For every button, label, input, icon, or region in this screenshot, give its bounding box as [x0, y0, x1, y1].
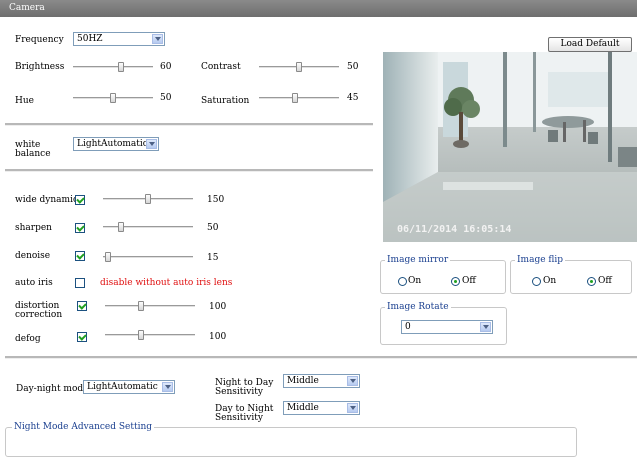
image-flip-on-radio[interactable]	[532, 277, 541, 286]
slider-thumb[interactable]	[292, 93, 298, 103]
video-preview: 06/11/2014 16:05:14	[383, 52, 637, 242]
frequency-label: Frequency	[15, 35, 64, 45]
day-to-night-select[interactable]: Middle	[283, 401, 360, 415]
sharpen-slider[interactable]	[103, 222, 193, 232]
image-flip-group: Image flip On Off	[510, 255, 632, 294]
denoise-slider[interactable]	[103, 252, 193, 262]
slider-thumb[interactable]	[138, 301, 144, 311]
wide-dynamic-slider[interactable]	[103, 194, 193, 204]
image-mirror-off-radio[interactable]	[451, 277, 460, 286]
slider-track	[73, 66, 153, 68]
defog-value: 100	[209, 332, 227, 342]
distortion-label-line2: correction	[15, 310, 63, 320]
slider-thumb[interactable]	[145, 194, 151, 204]
frequency-value: 50HZ	[77, 34, 103, 44]
night-to-day-select[interactable]: Middle	[283, 374, 360, 388]
frequency-select[interactable]: 50HZ	[73, 32, 165, 46]
image-mirror-group: Image mirror On Off	[380, 255, 506, 294]
video-scene-image	[383, 52, 637, 242]
day-night-label: Day-night mode	[16, 384, 89, 394]
slider-thumb[interactable]	[118, 222, 124, 232]
sharpen-value: 50	[207, 223, 219, 233]
defog-checkbox[interactable]	[77, 332, 87, 342]
wide-dynamic-checkbox[interactable]	[75, 195, 85, 205]
day-night-select[interactable]: LightAutomatic	[83, 380, 175, 394]
divider	[5, 169, 373, 172]
distortion-value: 100	[209, 302, 227, 312]
night-mode-advanced-legend: Night Mode Advanced Setting	[12, 422, 155, 432]
day-night-value: LightAutomatic	[87, 382, 158, 392]
divider	[5, 356, 637, 359]
load-default-button[interactable]: Load Default	[548, 37, 632, 52]
auto-iris-label: auto iris	[15, 278, 53, 288]
image-flip-off-radio[interactable]	[587, 277, 596, 286]
saturation-value: 45	[347, 93, 359, 103]
contrast-label: Contrast	[201, 62, 241, 72]
night-mode-advanced-group: Night Mode Advanced Setting	[5, 422, 577, 457]
hue-slider[interactable]	[73, 93, 153, 103]
auto-iris-note: disable without auto iris lens	[100, 278, 233, 288]
chevron-down-icon	[480, 322, 491, 332]
white-balance-value: LightAutomatic	[77, 139, 148, 149]
brightness-slider[interactable]	[73, 62, 153, 72]
slider-thumb[interactable]	[138, 330, 144, 340]
denoise-value: 15	[207, 253, 219, 263]
saturation-slider[interactable]	[259, 93, 339, 103]
auto-iris-checkbox[interactable]	[75, 278, 85, 288]
slider-thumb[interactable]	[296, 62, 302, 72]
chevron-down-icon	[146, 139, 157, 149]
image-rotate-legend: Image Rotate	[385, 302, 451, 312]
chevron-down-icon	[162, 382, 173, 392]
image-mirror-legend: Image mirror	[385, 255, 451, 265]
brightness-label: Brightness	[15, 62, 65, 72]
contrast-value: 50	[347, 62, 359, 72]
hue-label: Hue	[15, 96, 34, 106]
slider-track	[259, 97, 339, 99]
chevron-down-icon	[152, 34, 163, 44]
slider-track	[103, 256, 193, 258]
defog-slider[interactable]	[105, 330, 195, 340]
denoise-checkbox[interactable]	[75, 251, 85, 261]
sharpen-checkbox[interactable]	[75, 223, 85, 233]
slider-track	[105, 305, 195, 307]
day-to-night-value: Middle	[287, 403, 319, 413]
panel-title-bar: Camera	[0, 0, 637, 17]
image-flip-on-label: On	[543, 276, 557, 286]
image-mirror-on-radio[interactable]	[398, 277, 407, 286]
sharpen-label: sharpen	[15, 223, 52, 233]
wide-dynamic-label: wide dynamic	[15, 195, 78, 205]
image-mirror-on-label: On	[408, 276, 422, 286]
distortion-slider[interactable]	[105, 301, 195, 311]
brightness-value: 60	[160, 62, 172, 72]
contrast-slider[interactable]	[259, 62, 339, 72]
chevron-down-icon	[347, 376, 358, 386]
video-timestamp: 06/11/2014 16:05:14	[397, 224, 512, 235]
divider	[5, 123, 373, 126]
slider-track	[105, 334, 195, 336]
distortion-checkbox[interactable]	[77, 301, 87, 311]
night-to-day-value: Middle	[287, 376, 319, 386]
chevron-down-icon	[347, 403, 358, 413]
night-to-day-label-line2: Sensitivity	[215, 387, 263, 397]
hue-value: 50	[160, 93, 172, 103]
image-rotate-group: Image Rotate 0	[380, 302, 507, 345]
slider-thumb[interactable]	[104, 252, 111, 262]
white-balance-label-line2: balance	[15, 149, 51, 159]
image-flip-legend: Image flip	[515, 255, 566, 265]
image-rotate-select[interactable]: 0	[401, 320, 493, 334]
white-balance-select[interactable]: LightAutomatic	[73, 137, 159, 151]
slider-thumb[interactable]	[118, 62, 124, 72]
denoise-label: denoise	[15, 251, 51, 261]
image-mirror-off-label: Off	[462, 276, 476, 286]
day-to-night-label-line2: Sensitivity	[215, 413, 263, 423]
image-rotate-value: 0	[405, 322, 411, 332]
slider-track	[103, 226, 193, 228]
slider-thumb[interactable]	[110, 93, 116, 103]
wide-dynamic-value: 150	[207, 195, 225, 205]
panel-title: Camera	[9, 3, 45, 13]
defog-label: defog	[15, 334, 41, 344]
image-flip-off-label: Off	[598, 276, 612, 286]
saturation-label: Saturation	[201, 96, 250, 106]
